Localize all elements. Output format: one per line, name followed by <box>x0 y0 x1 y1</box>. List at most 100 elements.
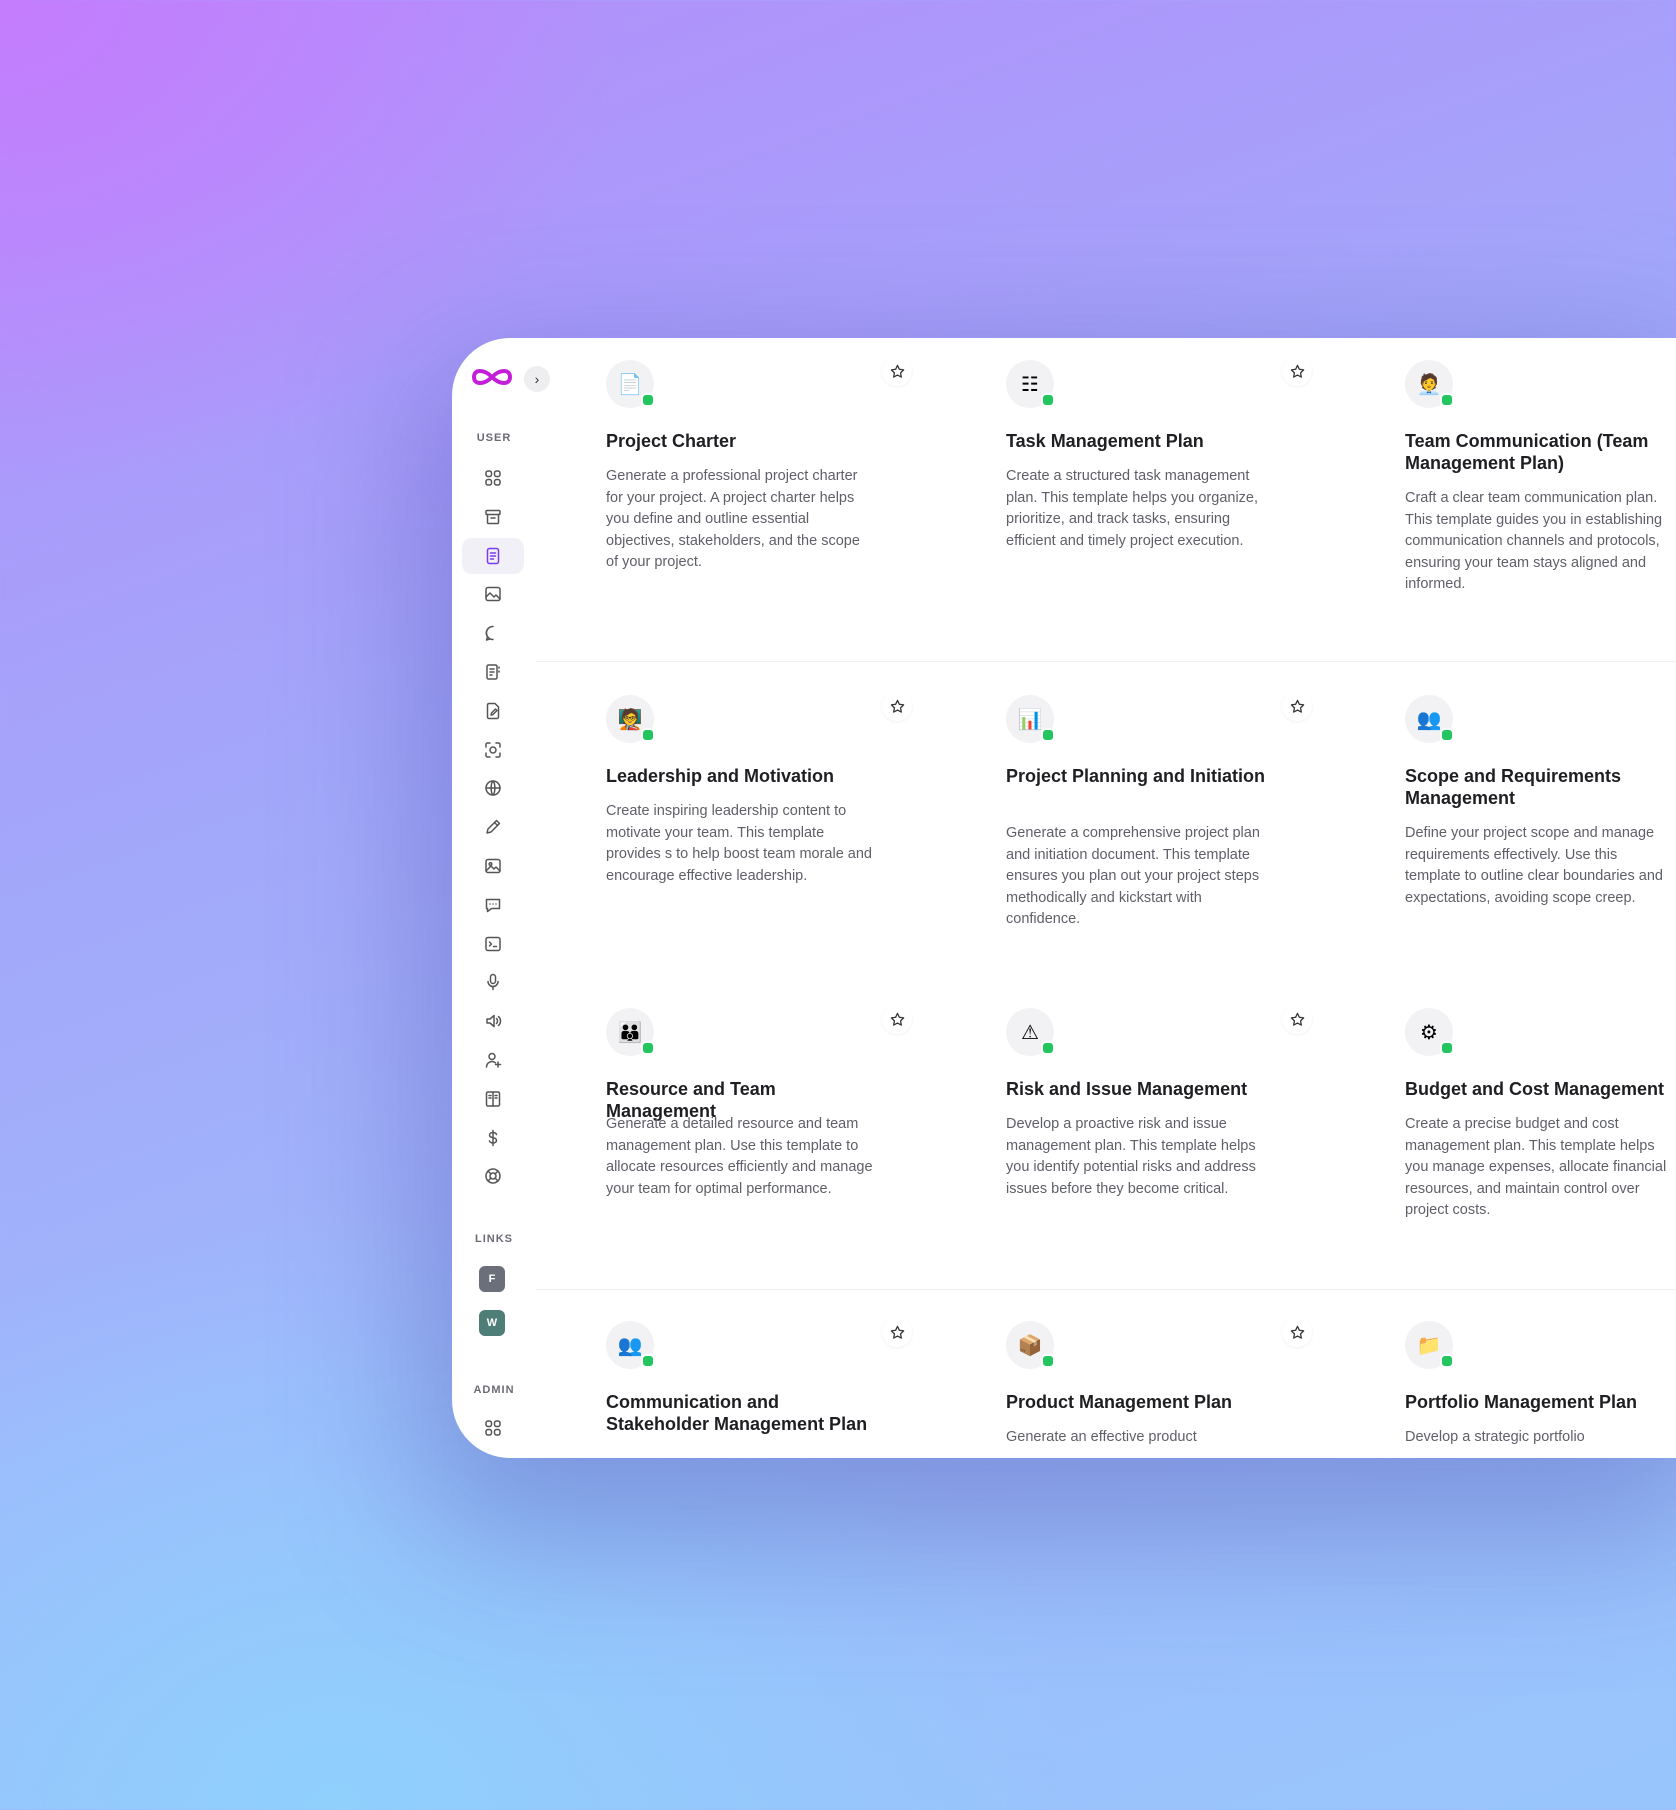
section-label-admin: ADMIN <box>473 1384 515 1396</box>
template-icon: 👥 <box>606 1321 655 1369</box>
sidebar-item-user-plus[interactable] <box>462 1042 524 1078</box>
sidebar-item-lifebuoy[interactable] <box>462 1158 524 1194</box>
link-badge-f[interactable]: F <box>479 1266 505 1292</box>
pen-icon <box>486 819 501 834</box>
dollar-icon <box>488 1129 498 1146</box>
status-dot <box>641 728 655 742</box>
archive-icon <box>485 509 501 525</box>
sidebar-item-columns[interactable] <box>462 1081 524 1117</box>
sidebar-item-scan-face[interactable] <box>462 732 524 768</box>
status-dot <box>641 393 655 407</box>
template-glyph-icon: 👥 <box>1416 708 1442 731</box>
sidebar-item-archive[interactable] <box>462 499 524 535</box>
template-title: Product Management Plan <box>1006 1392 1233 1412</box>
template-description: Generate a comprehensive project plan an… <box>1006 825 1260 928</box>
template-description: Craft a clear team communication plan. T… <box>1405 490 1663 593</box>
link-badge-w[interactable]: W <box>479 1310 505 1336</box>
star-icon <box>890 699 904 713</box>
favorite-star-button[interactable] <box>1282 691 1312 721</box>
status-dot <box>1440 393 1454 407</box>
template-icon: 🧑‍💼 <box>1405 360 1454 408</box>
template-title: Portfolio Management Plan <box>1405 1392 1638 1412</box>
template-icon: 📁 <box>1405 1321 1454 1369</box>
sidebar-item-www-globe[interactable] <box>462 770 524 806</box>
template-glyph-icon: 🧑‍💼 <box>1416 373 1442 396</box>
template-glyph-icon: 📊 <box>1017 708 1043 731</box>
favorite-star-button[interactable] <box>1282 1004 1312 1034</box>
status-dot <box>1041 1041 1055 1055</box>
star-icon <box>890 1012 904 1026</box>
template-description: Create a precise budget and cost managem… <box>1405 1116 1667 1219</box>
template-grid: 📄 Project Charter Generate a professional … <box>536 338 1676 1458</box>
template-glyph-icon: ⚙ <box>1420 1021 1438 1044</box>
sidebar-item-chat-bubble[interactable] <box>462 615 524 651</box>
chat-bubble-icon <box>485 625 494 641</box>
sidebar-item-terminal[interactable] <box>462 926 524 962</box>
status-dot <box>1041 1354 1055 1368</box>
status-dot <box>641 1041 655 1055</box>
template-icon: 🧑‍🏫 <box>606 695 655 743</box>
star-icon <box>1290 364 1304 378</box>
sidebar-item-microphone[interactable] <box>462 964 524 1000</box>
favorite-star-button[interactable] <box>882 1004 912 1034</box>
template-title: Risk and Issue Management <box>1006 1079 1248 1099</box>
sidebar-item-dollar[interactable] <box>462 1120 524 1156</box>
user-plus-icon <box>485 1052 502 1068</box>
star-icon <box>1290 699 1304 713</box>
template-icon: ⚠ <box>1006 1008 1055 1056</box>
sidebar-item-image[interactable] <box>462 576 524 612</box>
sidebar-item-pen[interactable] <box>462 809 524 845</box>
row-divider <box>536 661 1676 662</box>
picture-icon <box>485 858 501 874</box>
template-title: Task Management Plan <box>1006 431 1204 451</box>
template-glyph-icon: 📦 <box>1017 1334 1043 1357</box>
columns-icon <box>485 1091 501 1107</box>
terminal-icon <box>485 936 501 951</box>
document-icon <box>486 547 500 564</box>
sidebar-item-document[interactable] <box>462 537 524 574</box>
sidebar-item-message-square[interactable] <box>462 887 524 923</box>
template-glyph-icon: ⚠ <box>1021 1021 1039 1044</box>
template-description: Generate a detailed resource and team ma… <box>606 1116 873 1197</box>
template-icon: 📦 <box>1006 1321 1055 1369</box>
sidebar-item-speaker[interactable] <box>462 1003 524 1039</box>
app-window: › USER LINKS F W ADMIN 📄 Project Charter G… <box>452 338 1676 1458</box>
sidebar-item-grid[interactable] <box>462 460 524 496</box>
template-title: Communication and Stakeholder Management… <box>606 1392 868 1434</box>
sidebar-item-file-edit[interactable] <box>462 693 524 729</box>
row-divider <box>536 1289 1676 1290</box>
template-icon: ☷ <box>1006 360 1055 408</box>
favorite-star-button[interactable] <box>882 691 912 721</box>
sidebar-item-admin-dashboard[interactable] <box>462 1410 524 1446</box>
template-title: Scope and Requirements Management <box>1405 766 1622 808</box>
favorite-star-button[interactable] <box>882 1317 912 1347</box>
star-icon <box>890 1325 904 1339</box>
template-description: Develop a proactive risk and issue manag… <box>1006 1116 1256 1197</box>
template-description: Develop a strategic portfolio <box>1405 1429 1585 1445</box>
status-dot <box>1041 393 1055 407</box>
sidebar: › USER LINKS F W ADMIN <box>452 338 550 1458</box>
section-label-links: LINKS <box>475 1233 513 1245</box>
favorite-star-button[interactable] <box>1282 356 1312 386</box>
sidebar-item-picture[interactable] <box>462 848 524 884</box>
template-title: Project Planning and Initiation <box>1006 766 1266 786</box>
grid-icon <box>485 1420 501 1436</box>
sidebar-item-list-document[interactable] <box>462 654 524 690</box>
www-globe-icon <box>485 780 501 797</box>
template-icon: 👥 <box>1405 695 1454 743</box>
template-glyph-icon: 🧑‍🏫 <box>617 708 643 731</box>
template-glyph-icon: 👥 <box>617 1334 643 1357</box>
status-dot <box>1041 728 1055 742</box>
favorite-star-button[interactable] <box>1282 1317 1312 1347</box>
template-title: Project Charter <box>606 431 737 451</box>
template-description: Generate a professional project charter … <box>606 468 860 571</box>
template-glyph-icon: 📁 <box>1416 1334 1442 1357</box>
template-description: Define your project scope and manage req… <box>1405 825 1663 906</box>
favorite-star-button[interactable] <box>882 356 912 386</box>
template-icon: 📊 <box>1006 695 1055 743</box>
grid-icon <box>485 470 501 486</box>
status-dot <box>1440 1354 1454 1368</box>
star-icon <box>1290 1012 1304 1026</box>
message-square-icon <box>485 898 501 913</box>
brand-logo-icon[interactable] <box>470 364 514 390</box>
